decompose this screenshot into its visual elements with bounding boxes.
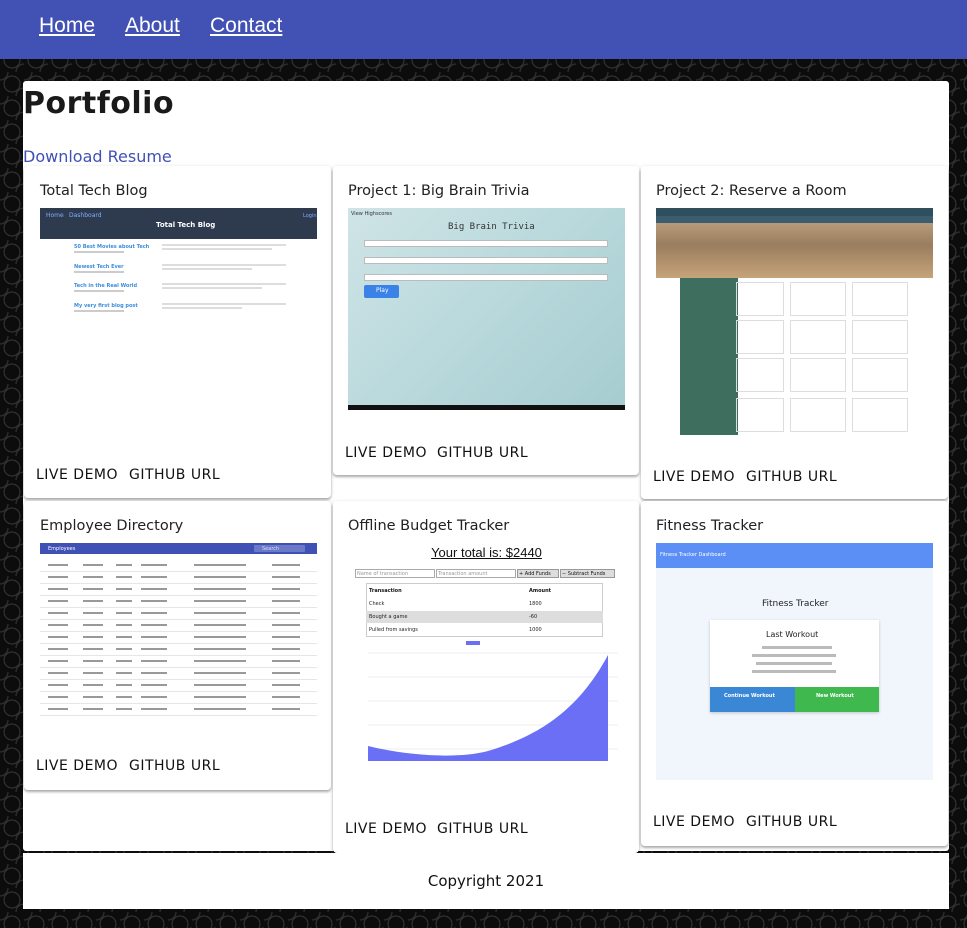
- project-title: Employee Directory: [40, 518, 184, 534]
- project-title: Project 2: Reserve a Room: [656, 183, 847, 199]
- thumb-text: 50 Best Movies about Tech: [74, 244, 150, 250]
- live-demo-button[interactable]: LIVE DEMO: [653, 469, 735, 485]
- thumb-text: My very first blog post: [74, 303, 138, 309]
- thumb-text: Fitness Tracker: [762, 599, 829, 609]
- thumb-text: Transaction: [369, 588, 402, 594]
- project-screenshot[interactable]: Employees Search: [40, 543, 317, 723]
- thumb-text: Big Brain Trivia: [448, 222, 535, 232]
- nav-link-about[interactable]: About: [125, 14, 180, 38]
- thumb-text: − Subtract Funds: [562, 571, 606, 577]
- thumb-text: Check: [369, 601, 385, 607]
- copyright-text: Copyright 2021: [427, 872, 545, 890]
- nav-link-home[interactable]: Home: [39, 14, 95, 38]
- thumb-text: Fitness Tracker Dashboard: [660, 552, 726, 558]
- project-title: Fitness Tracker: [656, 518, 764, 534]
- thumb-text: Your total is: $2440: [431, 545, 542, 560]
- footer: Copyright 2021: [23, 853, 949, 909]
- project-card-employee-directory: Employee Directory Employees Search LIVE…: [24, 501, 331, 790]
- github-url-button[interactable]: GITHUB URL: [437, 821, 528, 837]
- live-demo-button[interactable]: LIVE DEMO: [36, 467, 118, 483]
- thumb-text: Tech in the Real World: [74, 283, 138, 289]
- live-demo-button[interactable]: LIVE DEMO: [345, 445, 427, 461]
- navbar: Home About Contact: [0, 0, 967, 59]
- project-title: Total Tech Blog: [40, 183, 148, 199]
- project-title: Offline Budget Tracker: [348, 518, 510, 534]
- thumb-text: View Highscores: [351, 211, 392, 217]
- thumb-text: Search: [262, 546, 280, 552]
- thumb-text: New Workout: [816, 693, 854, 699]
- download-resume-link[interactable]: Download Resume: [23, 147, 172, 166]
- github-url-button[interactable]: GITHUB URL: [129, 758, 220, 774]
- budget-chart-thumbnail: [368, 641, 618, 761]
- github-url-button[interactable]: GITHUB URL: [437, 445, 528, 461]
- thumb-text: Newest Tech Ever: [74, 264, 124, 270]
- thumb-text: -60: [529, 614, 538, 620]
- project-card-reserve-room: Project 2: Reserve a Room LIVE DEMO GITH…: [641, 166, 948, 499]
- page-title: Portfolio: [23, 86, 175, 121]
- github-url-button[interactable]: GITHUB URL: [746, 814, 837, 830]
- thumb-text: + Add Funds: [519, 571, 551, 577]
- project-card-tech-blog: Total Tech Blog Home Dashboard Login Tot…: [24, 166, 331, 498]
- thumb-text: Play: [376, 287, 389, 294]
- project-screenshot[interactable]: View Highscores Big Brain Trivia Play: [348, 208, 625, 410]
- project-screenshot[interactable]: [656, 208, 933, 435]
- thumb-text: Bought a game: [369, 614, 408, 620]
- thumb-text: Amount: [529, 588, 552, 594]
- project-card-budget-tracker: Offline Budget Tracker Your total is: $2…: [333, 501, 639, 853]
- project-screenshot[interactable]: Fitness Tracker Dashboard Fitness Tracke…: [656, 543, 933, 780]
- nav-link-contact[interactable]: Contact: [210, 14, 282, 38]
- project-card-fitness-tracker: Fitness Tracker Fitness Tracker Dashboar…: [641, 501, 948, 846]
- project-card-trivia: Project 1: Big Brain Trivia View Highsco…: [333, 166, 639, 475]
- project-title: Project 1: Big Brain Trivia: [348, 183, 530, 199]
- thumb-text: Continue Workout: [724, 693, 775, 699]
- thumb-text: Employees: [48, 546, 76, 552]
- thumb-text: Login: [303, 213, 317, 219]
- thumb-text: Dashboard: [69, 212, 102, 219]
- live-demo-button[interactable]: LIVE DEMO: [653, 814, 735, 830]
- thumb-text: Total Tech Blog: [156, 221, 216, 229]
- thumb-text: Name of transaction: [357, 571, 408, 577]
- live-demo-button[interactable]: LIVE DEMO: [36, 758, 118, 774]
- project-screenshot[interactable]: Home Dashboard Login Total Tech Blog 50 …: [40, 208, 317, 328]
- thumb-text: Last Workout: [766, 630, 819, 639]
- live-demo-button[interactable]: LIVE DEMO: [345, 821, 427, 837]
- thumb-text: Transaction amount: [438, 571, 488, 577]
- project-screenshot[interactable]: Your total is: $2440 Name of transaction…: [348, 543, 625, 771]
- thumb-text: Pulled from savings: [369, 627, 418, 633]
- github-url-button[interactable]: GITHUB URL: [129, 467, 220, 483]
- github-url-button[interactable]: GITHUB URL: [746, 469, 837, 485]
- thumb-text: 1800: [529, 601, 542, 607]
- thumb-text: Home: [46, 212, 64, 219]
- thumb-text: 1000: [529, 627, 542, 633]
